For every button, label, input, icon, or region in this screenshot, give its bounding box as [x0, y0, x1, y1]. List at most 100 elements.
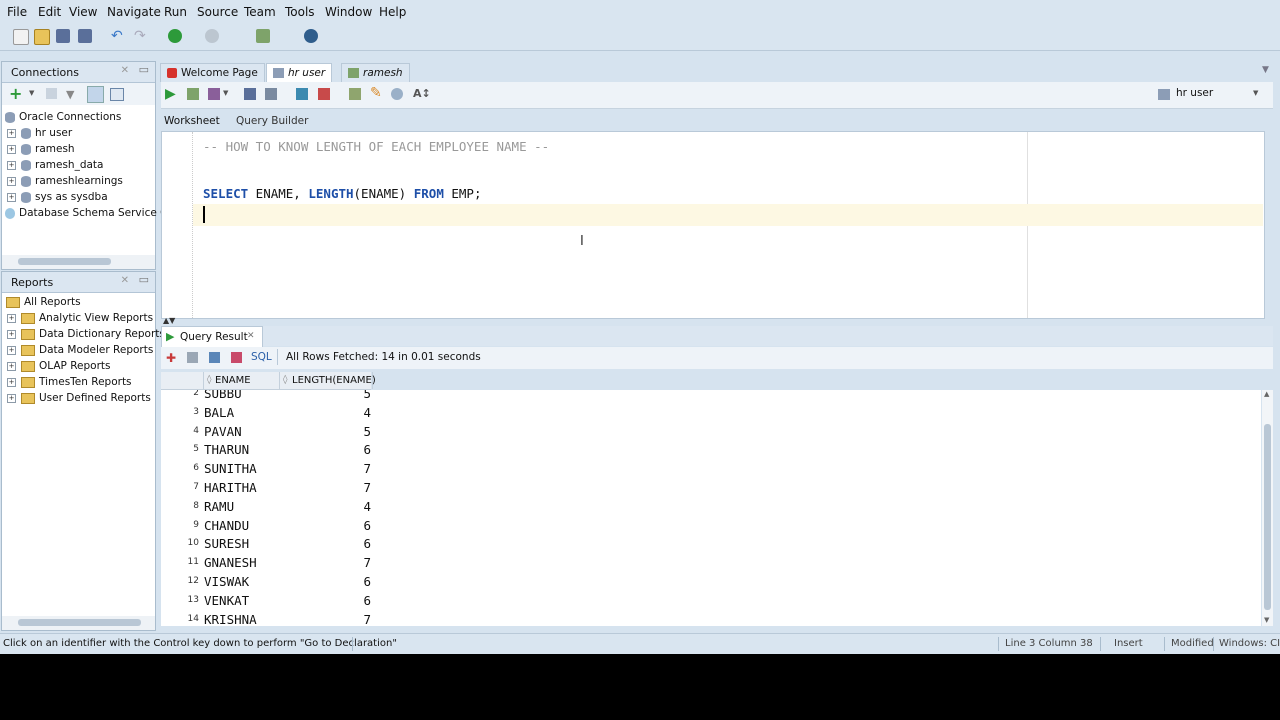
tree-conn-hr-user[interactable]: + hr user: [7, 125, 72, 141]
menu-navigate[interactable]: Navigate: [107, 5, 161, 19]
back-icon[interactable]: [205, 29, 219, 43]
unshared-sql-icon[interactable]: [349, 88, 361, 100]
tree-all-reports[interactable]: All Reports: [6, 294, 81, 310]
minimize-icon[interactable]: ▭: [139, 63, 149, 76]
rollback-icon[interactable]: [318, 88, 330, 100]
save-icon[interactable]: [56, 29, 70, 43]
chevron-down-icon[interactable]: ▼: [29, 89, 34, 97]
tab-welcome-page[interactable]: Welcome Page: [160, 63, 265, 82]
clear-icon[interactable]: ✎: [370, 85, 382, 101]
horizontal-scrollbar[interactable]: [2, 255, 155, 269]
tree-report-analytic[interactable]: + Analytic View Reports: [7, 310, 153, 326]
menu-tools[interactable]: Tools: [285, 5, 315, 19]
expand-icon[interactable]: +: [7, 144, 16, 154]
table-row[interactable]: 8 RAMU 4: [161, 498, 371, 517]
cell-ename[interactable]: RAMU: [204, 499, 234, 514]
minimize-icon[interactable]: ▭: [139, 273, 149, 286]
cell-ename[interactable]: GNANESH: [204, 555, 257, 570]
menu-run[interactable]: Run: [164, 5, 187, 19]
tree-conn-sys[interactable]: + sys as sysdba: [7, 189, 108, 205]
cell-length[interactable]: 7: [311, 480, 371, 495]
cell-ename[interactable]: SUNITHA: [204, 461, 257, 476]
print-icon[interactable]: [187, 352, 198, 363]
menu-source[interactable]: Source: [197, 5, 238, 19]
cell-ename[interactable]: SURESH: [204, 536, 249, 551]
column-header-ename[interactable]: ◊ ENAME: [203, 372, 280, 389]
tree-conn-ramesh-data[interactable]: + ramesh_data: [7, 157, 103, 173]
scroll-down-icon[interactable]: ▼: [1264, 616, 1269, 624]
tree-oracle-connections[interactable]: Oracle Connections: [5, 109, 121, 125]
schema-browser-icon[interactable]: [87, 86, 104, 103]
collapse-icon[interactable]: [110, 88, 124, 101]
tree-report-timesten[interactable]: + TimesTen Reports: [7, 374, 132, 390]
autotrace-icon[interactable]: [208, 88, 220, 100]
cell-length[interactable]: 4: [311, 499, 371, 514]
add-connection-icon[interactable]: +: [9, 84, 22, 103]
new-icon[interactable]: [13, 29, 29, 45]
expand-icon[interactable]: +: [7, 160, 16, 170]
sql-tuning-icon[interactable]: [265, 88, 277, 100]
sql-editor[interactable]: -- HOW TO KNOW LENGTH OF EACH EMPLOYEE N…: [161, 131, 1265, 319]
cell-length[interactable]: 5: [311, 390, 371, 401]
tree-conn-ramesh[interactable]: + ramesh: [7, 141, 75, 157]
close-icon[interactable]: ✕: [121, 275, 129, 286]
run-statement-icon[interactable]: ▶: [165, 86, 176, 102]
expand-icon[interactable]: +: [7, 128, 16, 138]
tree-report-user-defined[interactable]: + User Defined Reports: [7, 390, 151, 406]
menu-team[interactable]: Team: [244, 5, 276, 19]
tree-report-olap[interactable]: + OLAP Reports: [7, 358, 111, 374]
cell-ename[interactable]: KRISHNA: [204, 612, 257, 626]
connection-selector[interactable]: hr user ▼: [1154, 86, 1262, 102]
tab-list-icon[interactable]: ▼: [1262, 65, 1269, 75]
menu-edit[interactable]: Edit: [38, 5, 61, 19]
cell-length[interactable]: 7: [311, 555, 371, 570]
tree-conn-rameshlearnings[interactable]: + rameshlearnings: [7, 173, 123, 189]
run-script-icon[interactable]: [187, 88, 199, 100]
scrollbar-thumb[interactable]: [18, 619, 141, 626]
menu-window[interactable]: Window: [325, 5, 372, 19]
tab-ramesh[interactable]: ramesh: [341, 63, 410, 82]
table-row[interactable]: 4 PAVAN 5: [161, 423, 371, 442]
menu-view[interactable]: View: [69, 5, 97, 19]
cell-ename[interactable]: VENKAT: [204, 593, 249, 608]
history-icon[interactable]: [391, 88, 403, 100]
undo-icon[interactable]: ↶: [111, 29, 125, 43]
cell-length[interactable]: 5: [311, 424, 371, 439]
vertical-scrollbar[interactable]: ▲ ▼: [1262, 390, 1273, 626]
sql-link[interactable]: SQL: [251, 351, 272, 363]
expand-icon[interactable]: +: [7, 345, 16, 355]
format-icon[interactable]: A↕: [413, 87, 431, 100]
expand-icon[interactable]: +: [7, 393, 16, 403]
tree-report-data-dictionary[interactable]: + Data Dictionary Reports: [7, 326, 165, 342]
table-row[interactable]: 10 SURESH 6: [161, 535, 371, 554]
menu-file[interactable]: File: [7, 5, 27, 19]
tab-query-builder[interactable]: Query Builder: [236, 115, 308, 127]
close-icon[interactable]: ✕: [247, 331, 255, 341]
cell-ename[interactable]: CHANDU: [204, 518, 249, 533]
splitter-arrows-icon[interactable]: ▲▼: [163, 316, 175, 325]
table-row[interactable]: 3 BALA 4: [161, 404, 371, 423]
commit-icon[interactable]: [296, 88, 308, 100]
refresh-icon[interactable]: [46, 88, 57, 99]
result-grid[interactable]: 2 SUBBU 5 3 BALA 4 4 PAVAN 5 5 THARUN 6 6 SUNITHA 7 7 HA…: [161, 390, 1261, 626]
tree-report-data-modeler[interactable]: + Data Modeler Reports: [7, 342, 153, 358]
cell-length[interactable]: 7: [311, 461, 371, 476]
table-row[interactable]: 13 VENKAT 6: [161, 592, 371, 611]
table-row[interactable]: 5 THARUN 6: [161, 441, 371, 460]
cell-ename[interactable]: VISWAK: [204, 574, 249, 589]
table-row[interactable]: 2 SUBBU 5: [161, 390, 371, 404]
cell-length[interactable]: 6: [311, 536, 371, 551]
pin-icon[interactable]: ✚: [166, 351, 176, 365]
expand-icon[interactable]: +: [7, 313, 16, 323]
cell-ename[interactable]: HARITHA: [204, 480, 257, 495]
explain-plan-icon[interactable]: [244, 88, 256, 100]
open-icon[interactable]: [34, 29, 50, 45]
table-row[interactable]: 9 CHANDU 6: [161, 517, 371, 536]
cell-length[interactable]: 4: [311, 405, 371, 420]
chevron-down-icon[interactable]: ▼: [223, 89, 228, 97]
tree-schema-service[interactable]: Database Schema Service Cor: [5, 205, 178, 221]
sql-monitor-icon[interactable]: [304, 29, 318, 43]
table-row[interactable]: 14 KRISHNA 7: [161, 611, 371, 626]
tab-worksheet[interactable]: Worksheet: [164, 115, 220, 127]
cell-ename[interactable]: THARUN: [204, 442, 249, 457]
